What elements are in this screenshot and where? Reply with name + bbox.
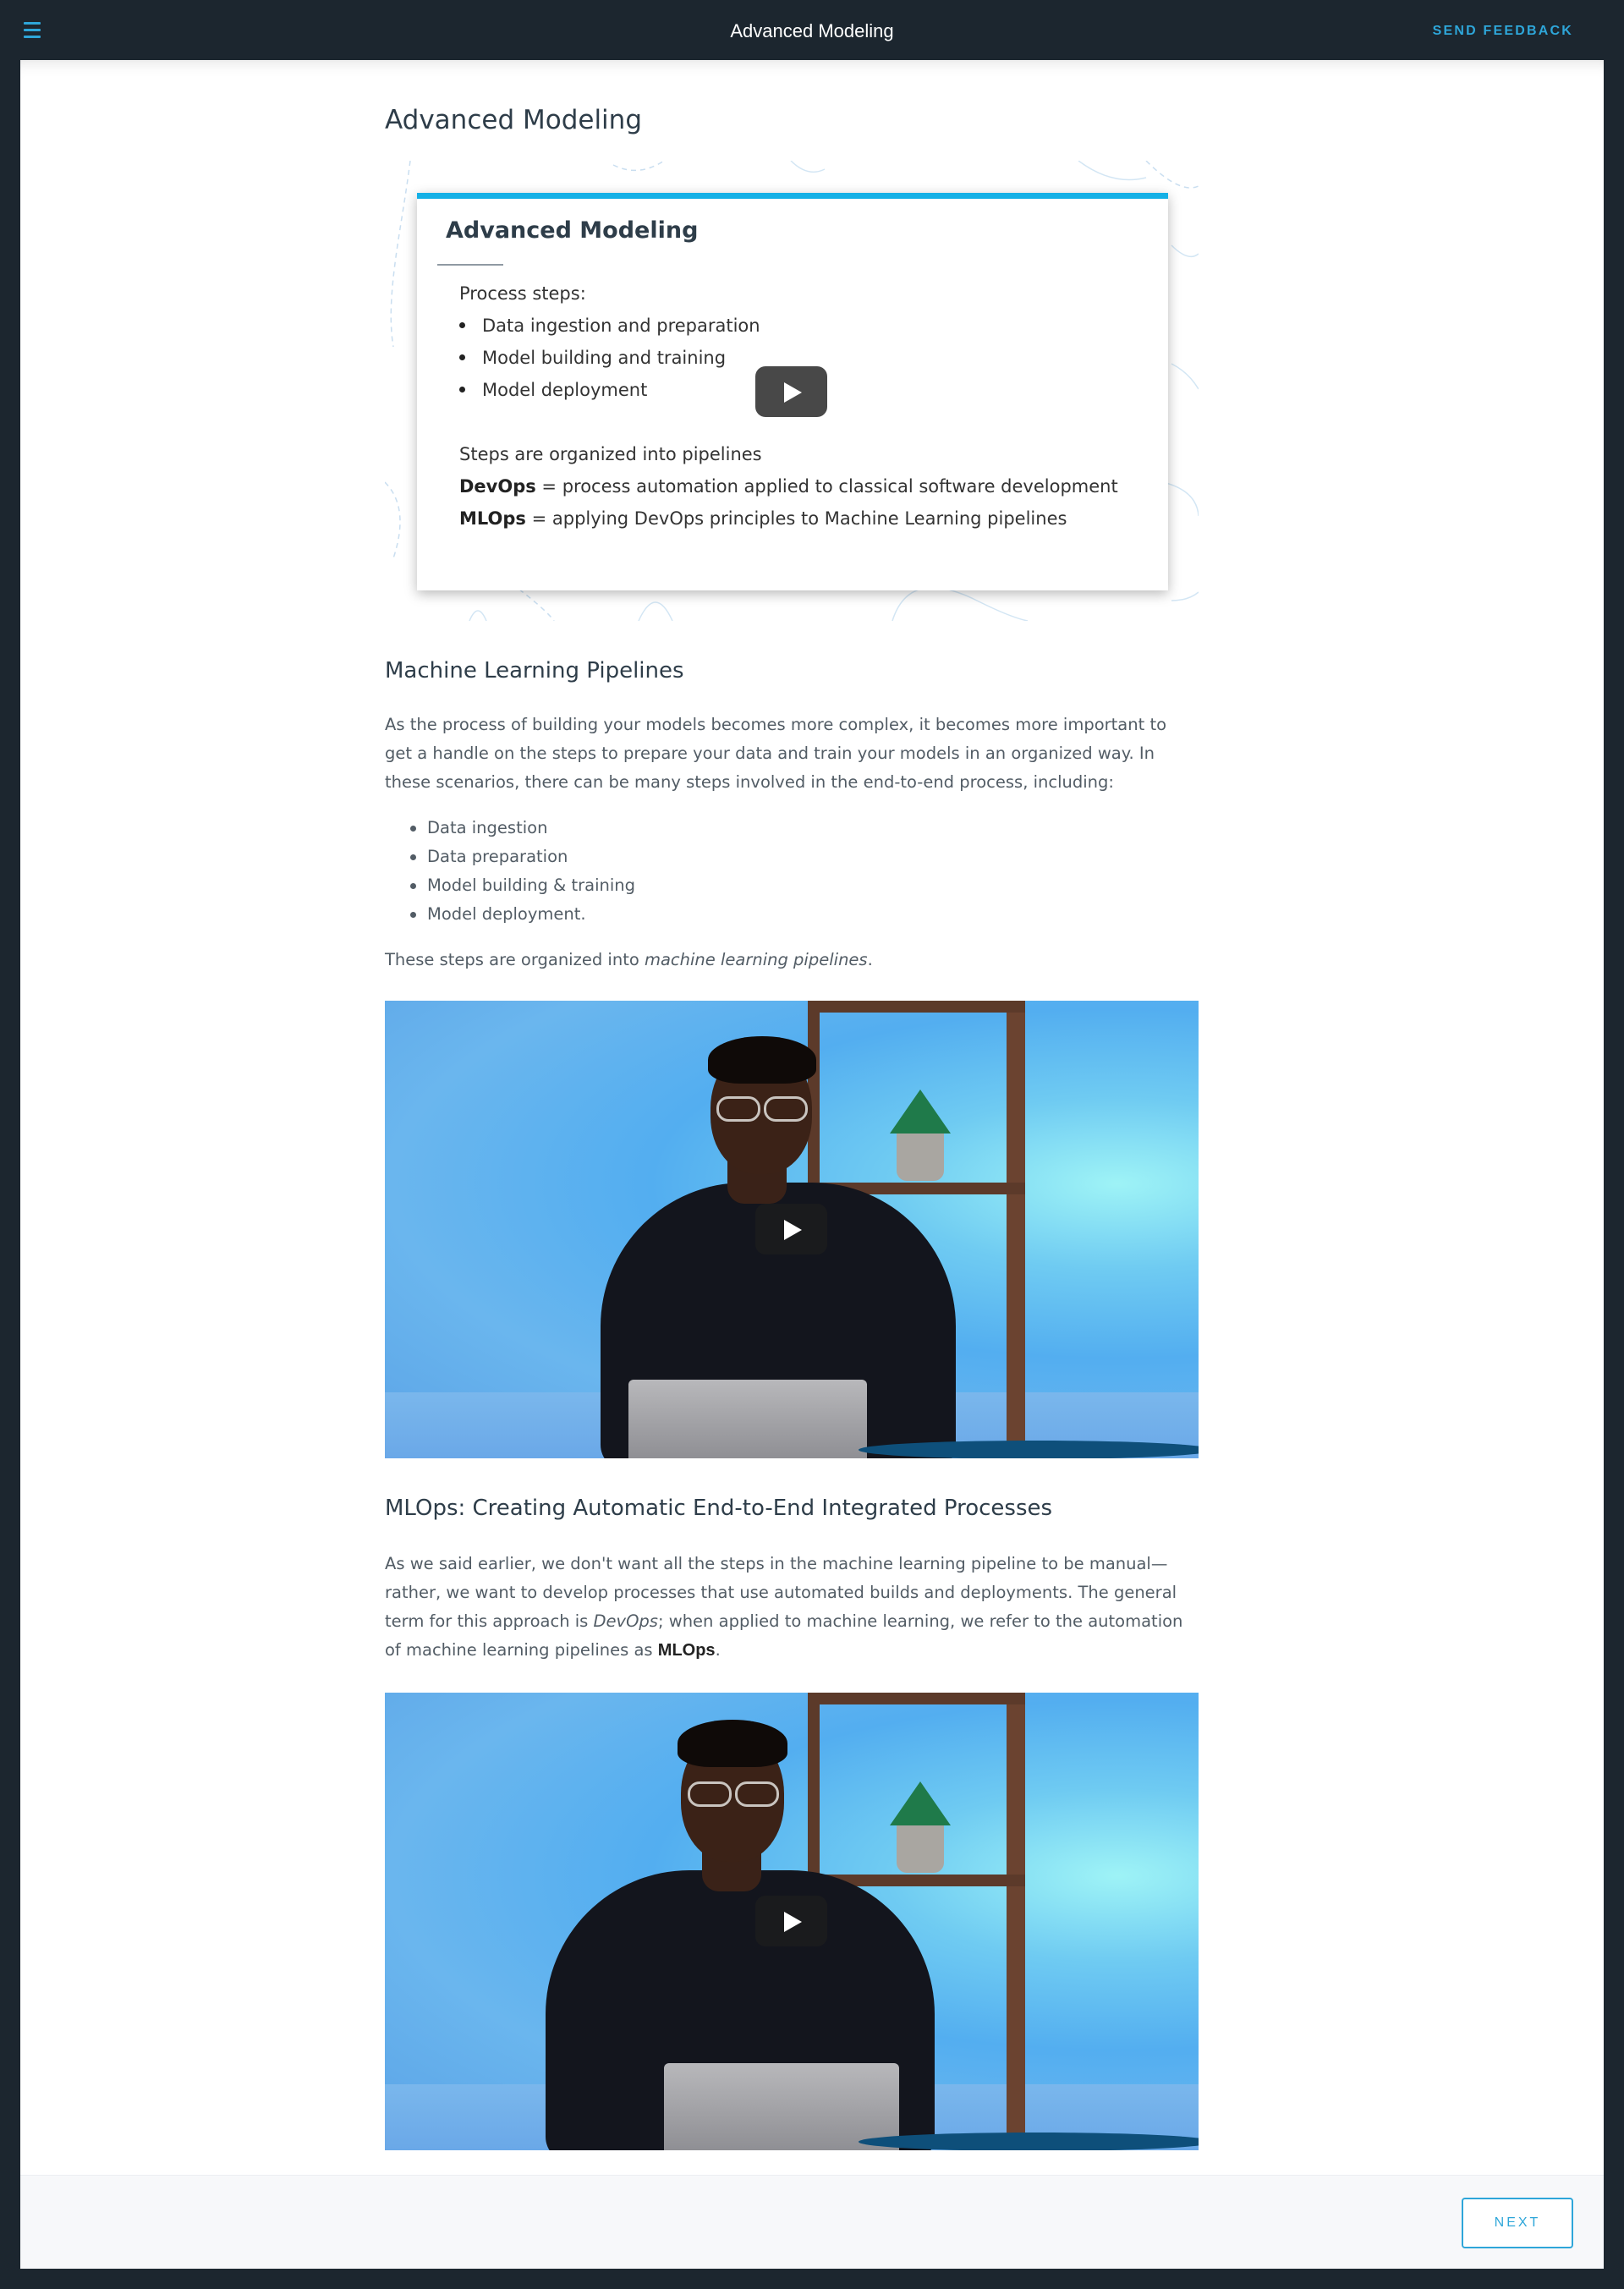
play-icon[interactable] [755, 1204, 827, 1254]
pipelines-summary: These steps are organized into machine l… [385, 946, 1199, 974]
pipeline-steps-list: Data ingestion Data preparation Model bu… [410, 814, 635, 929]
slide-mlops-line: MLOps = applying DevOps principles to Ma… [459, 508, 1067, 529]
play-icon[interactable] [755, 1896, 827, 1946]
list-item: Model building & training [410, 871, 635, 900]
slide-step-label: Data ingestion and preparation [482, 316, 760, 336]
slide-step: Data ingestion and preparation [459, 316, 760, 336]
shelf [1007, 1693, 1025, 2150]
mlops-bold: MLOps [657, 1641, 716, 1660]
shelf [808, 1693, 1025, 1704]
devops-definition: = process automation applied to classica… [535, 476, 1118, 497]
list-item: Model deployment. [410, 900, 635, 929]
laptop [664, 2063, 899, 2150]
send-feedback-link[interactable]: SEND FEEDBACK [1433, 24, 1573, 39]
presenter [678, 1720, 787, 1767]
list-item: Data ingestion [410, 814, 635, 843]
topbar-title: Advanced Modeling [730, 20, 894, 41]
presenter [708, 1036, 816, 1084]
desk [859, 1441, 1199, 1458]
summary-emphasis: machine learning pipelines [644, 950, 868, 969]
page-title: Advanced Modeling [385, 105, 642, 135]
play-icon[interactable] [755, 366, 827, 417]
video-player-presenter-2[interactable] [385, 1693, 1199, 2150]
next-button[interactable]: NEXT [1462, 2198, 1573, 2248]
section-heading-ml-pipelines: Machine Learning Pipelines [385, 658, 684, 683]
footer-bar: NEXT [20, 2175, 1604, 2269]
devops-emphasis: DevOps [593, 1611, 658, 1631]
mlops-paragraph: As we said earlier, we don't want all th… [385, 1550, 1199, 1665]
slide-pipelines-line: Steps are organized into pipelines [459, 444, 762, 464]
summary-suffix: . [867, 950, 873, 969]
mlops-text: . [715, 1640, 721, 1660]
devops-term: DevOps [459, 476, 536, 497]
video-player-presenter-1[interactable] [385, 1001, 1199, 1458]
shelf [808, 1001, 1025, 1013]
shelf [1007, 1001, 1025, 1458]
section-heading-mlops: MLOps: Creating Automatic End-to-End Int… [385, 1496, 1053, 1521]
plant [890, 1090, 951, 1134]
presenter [716, 1096, 760, 1122]
video-player-slide[interactable]: Advanced Modeling Process steps: Data in… [385, 161, 1199, 621]
slide-step-label: Model deployment [482, 380, 648, 400]
slide-step: Model building and training [459, 348, 726, 368]
mlops-definition: = applying DevOps principles to Machine … [525, 508, 1067, 529]
mlops-term: MLOps [459, 508, 526, 529]
section-paragraph: As the process of building your models b… [385, 715, 1167, 792]
desk [859, 2133, 1199, 2150]
plant-pot [897, 1134, 944, 1181]
list-item: Data preparation [410, 843, 635, 871]
slide-title: Advanced Modeling [446, 217, 699, 244]
slide-step: Model deployment [459, 380, 647, 400]
presenter [764, 1096, 808, 1122]
slide-devops-line: DevOps = process automation applied to c… [459, 476, 1118, 497]
presenter [688, 1781, 732, 1807]
plant-pot [897, 1825, 944, 1873]
presenter [735, 1781, 779, 1807]
slide-divider [437, 264, 503, 266]
summary-prefix: These steps are organized into [385, 950, 645, 969]
slide-intro: Process steps: [459, 283, 586, 304]
plant [890, 1781, 951, 1825]
top-navigation-bar: Advanced Modeling SEND FEEDBACK [0, 0, 1624, 60]
laptop [628, 1380, 867, 1458]
slide-step-label: Model building and training [482, 348, 727, 368]
